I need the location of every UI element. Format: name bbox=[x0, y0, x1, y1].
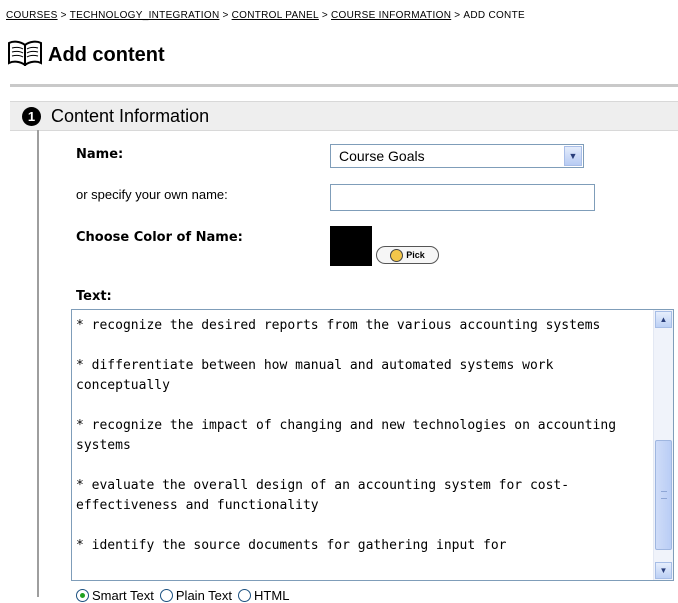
pick-button-label: Pick bbox=[406, 250, 425, 260]
page-header: Add content bbox=[8, 38, 165, 72]
palette-icon bbox=[390, 248, 404, 262]
breadcrumb-separator: > bbox=[222, 10, 229, 21]
section-header: 1 Content Information bbox=[10, 101, 678, 131]
name-label: Name: bbox=[76, 147, 124, 162]
title-divider bbox=[10, 84, 678, 87]
scrollbar-thumb[interactable] bbox=[655, 440, 672, 550]
scroll-up-icon[interactable]: ▲ bbox=[655, 311, 672, 328]
breadcrumb-separator: > bbox=[321, 10, 328, 21]
text-area-content: * recognize the desired reports from the… bbox=[76, 318, 617, 553]
breadcrumb-courses-link[interactable]: COURSES bbox=[6, 10, 58, 21]
section-title: Content Information bbox=[51, 105, 210, 126]
open-book-icon bbox=[8, 40, 42, 71]
pick-color-button[interactable]: Pick bbox=[376, 246, 439, 264]
scroll-down-icon[interactable]: ▼ bbox=[655, 562, 672, 579]
breadcrumb-separator: > bbox=[60, 10, 67, 21]
breadcrumb-course-information-link[interactable]: COURSE INFORMATION bbox=[331, 10, 451, 21]
chevron-down-icon[interactable]: ▼ bbox=[564, 146, 582, 166]
step-number-badge: 1 bbox=[22, 106, 41, 126]
page-title: Add content bbox=[48, 43, 165, 66]
html-radio[interactable] bbox=[238, 589, 252, 602]
grip-icon bbox=[661, 491, 667, 499]
text-area[interactable]: * recognize the desired reports from the… bbox=[71, 309, 674, 581]
plain-text-radio[interactable] bbox=[159, 589, 173, 602]
breadcrumb-separator: > bbox=[454, 10, 461, 21]
text-format-options: Smart Text Plain Text HTML bbox=[76, 588, 295, 603]
breadcrumb-course-link[interactable]: TECHNOLOGY_INTEGRATION bbox=[70, 10, 220, 21]
name-select-value: Course Goals bbox=[339, 148, 425, 164]
html-label: HTML bbox=[254, 588, 290, 603]
breadcrumb-current: ADD CONTE bbox=[463, 10, 525, 21]
breadcrumb: COURSES > TECHNOLOGY_INTEGRATION > CONTROL P… bbox=[6, 10, 678, 21]
section-left-rule bbox=[37, 130, 39, 597]
breadcrumb-control-panel-link[interactable]: CONTROL PANEL bbox=[232, 10, 319, 21]
name-select[interactable]: Course Goals ▼ bbox=[330, 144, 584, 168]
plain-text-label: Plain Text bbox=[175, 588, 233, 603]
smart-text-radio[interactable] bbox=[76, 589, 89, 602]
text-label: Text: bbox=[76, 289, 112, 304]
smart-text-label: Smart Text bbox=[92, 588, 154, 603]
custom-name-input[interactable] bbox=[330, 184, 595, 211]
color-label: Choose Color of Name: bbox=[76, 230, 243, 245]
color-swatch bbox=[330, 226, 372, 266]
custom-name-label: or specify your own name: bbox=[76, 187, 228, 202]
vertical-scrollbar[interactable]: ▲ ▼ bbox=[653, 310, 673, 580]
